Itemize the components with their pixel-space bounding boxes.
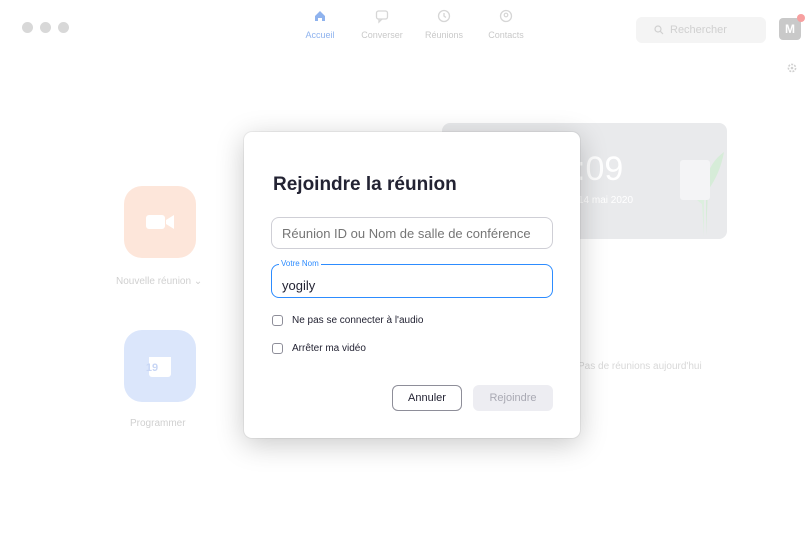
search-field[interactable]: Rechercher: [636, 17, 766, 43]
tab-label: Contacts: [488, 30, 524, 40]
video-camera-icon: [146, 215, 174, 229]
clock-icon: [437, 9, 451, 23]
new-meeting-button[interactable]: [124, 186, 196, 258]
search-placeholder: Rechercher: [670, 24, 727, 36]
avatar[interactable]: M: [779, 14, 805, 40]
tab-chat[interactable]: Converser: [361, 8, 403, 40]
schedule-button[interactable]: [124, 330, 196, 402]
main-tabs: Accueil Converser Réunions Contacts: [300, 8, 526, 40]
tab-home[interactable]: Accueil: [300, 8, 340, 40]
search-icon: [654, 25, 664, 35]
clock-time: :09: [576, 150, 624, 188]
tab-label: Réunions: [424, 30, 464, 40]
avatar-initial: M: [785, 22, 795, 36]
notification-dot: [797, 14, 805, 22]
home-icon: [315, 11, 325, 21]
name-input-value: yogily: [282, 277, 316, 293]
schedule-label: Programmer: [130, 418, 186, 429]
no-meetings-text: Pas de réunions aujourd'hui: [578, 361, 702, 372]
gear-icon[interactable]: [786, 62, 798, 74]
dialog-title: Rejoindre la réunion: [273, 174, 457, 195]
clock-date: 14 mai 2020: [578, 195, 634, 206]
contact-icon: [499, 9, 513, 23]
video-checkbox-row[interactable]: Arrêter ma vidéo: [272, 343, 366, 354]
zoom-window-icon[interactable]: [58, 22, 69, 33]
minimize-window-icon[interactable]: [40, 22, 51, 33]
video-checkbox-label: Arrêter ma vidéo: [292, 343, 366, 354]
audio-checkbox[interactable]: [272, 315, 283, 326]
window-controls: [22, 22, 69, 33]
join-button[interactable]: Rejoindre: [473, 385, 553, 411]
join-meeting-dialog: Rejoindre la réunion yogily Votre Nom Ne…: [244, 132, 580, 438]
name-input-label: Votre Nom: [279, 259, 321, 268]
new-meeting-label: Nouvelle réunion ⌄: [116, 276, 203, 287]
name-input[interactable]: yogily: [271, 264, 553, 298]
chat-icon: [375, 10, 389, 24]
tab-meetings[interactable]: Réunions: [424, 8, 464, 40]
plant-illustration-icon: [680, 152, 724, 236]
top-bar: Accueil Converser Réunions Contacts Rech…: [0, 0, 808, 56]
chevron-down-icon: ⌄: [193, 276, 203, 287]
meeting-id-input[interactable]: [271, 217, 553, 249]
close-window-icon[interactable]: [22, 22, 33, 33]
audio-checkbox-row[interactable]: Ne pas se connecter à l'audio: [272, 315, 423, 326]
audio-checkbox-label: Ne pas se connecter à l'audio: [292, 315, 424, 326]
tab-label: Accueil: [305, 30, 335, 40]
calendar-day: 19: [145, 362, 159, 374]
cancel-button[interactable]: Annuler: [392, 385, 462, 411]
video-checkbox[interactable]: [272, 343, 283, 354]
tab-label: Converser: [361, 30, 403, 40]
tab-contacts[interactable]: Contacts: [486, 8, 526, 40]
